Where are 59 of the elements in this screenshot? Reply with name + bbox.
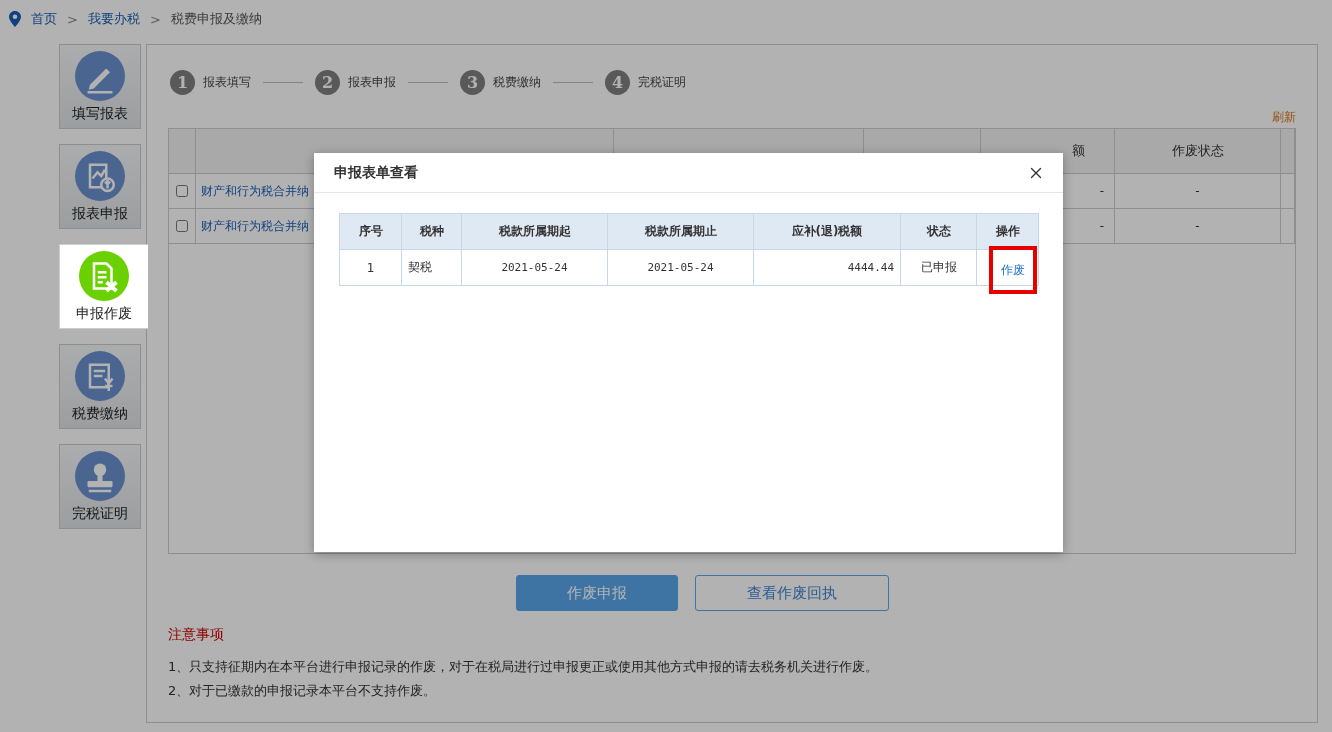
note-text: 2、对于已缴款的申报记录本平台不支持作废。 (168, 682, 438, 700)
step-number: 2 (315, 69, 340, 95)
table-cell: 2021-05-24 (647, 261, 714, 274)
column-header: 税种 (419, 223, 444, 240)
breadcrumb-current: 税费申报及缴纳 (170, 10, 262, 28)
declaration-type-link[interactable]: 财产和行为税合并纳 (201, 217, 309, 235)
table-cell: 已申报 (920, 259, 957, 276)
table-cell: - (1195, 184, 1200, 198)
sidebar-item[interactable]: 完税证明 (59, 444, 141, 529)
pencil-icon (75, 50, 125, 101)
breadcrumb-separator: > (67, 11, 78, 27)
row-checkbox[interactable] (176, 185, 188, 197)
column-header: 应补(退)税额 (791, 223, 863, 240)
table-cell: 2021-05-24 (501, 261, 568, 274)
document-yen-icon (75, 350, 125, 401)
sidebar-label: 填写报表 (72, 104, 128, 123)
table-cell: 1 (366, 260, 375, 275)
table-cell: - (1099, 219, 1104, 233)
sidebar-label: 报表申报 (72, 204, 128, 223)
sidebar-label: 申报作废 (76, 304, 132, 323)
column-header: 序号 (358, 223, 383, 240)
stamp-icon (75, 450, 125, 501)
sidebar-item[interactable]: 报表申报 (59, 144, 141, 229)
step-label: 报表填写 (203, 73, 251, 91)
column-header: 作废状态 (1171, 142, 1224, 160)
void-link[interactable]: 作废 (989, 246, 1037, 294)
sidebar-item[interactable]: 申报作废 (59, 244, 148, 329)
sidebar-item[interactable]: 填写报表 (59, 44, 141, 129)
document-x-icon (79, 250, 129, 301)
step-label: 报表申报 (348, 73, 396, 91)
column-header: 税款所属期起 (498, 223, 571, 240)
step-label: 完税证明 (638, 73, 686, 91)
step-number: 4 (605, 69, 630, 95)
breadcrumb-link[interactable]: 我要办税 (87, 10, 140, 28)
note-text: 1、只支持征期内在本平台进行申报记录的作废，对于在税局进行过申报更正或使用其他方式申报的请去税务机关进行作废。 (168, 658, 880, 676)
location-pin-icon (9, 11, 21, 27)
table-cell: 4444.44 (847, 261, 894, 274)
sidebar-label: 完税证明 (72, 504, 128, 523)
column-header: 操作 (995, 223, 1020, 240)
breadcrumb-link[interactable]: 首页 (31, 10, 57, 28)
declaration-type-link[interactable]: 财产和行为税合并纳 (201, 182, 309, 200)
column-header: 额 (1072, 142, 1085, 160)
refresh-link[interactable]: 刷新 (1272, 109, 1296, 126)
view-receipt-button[interactable]: 查看作废回执 (694, 575, 889, 611)
sidebar-item[interactable]: 税费缴纳 (59, 344, 141, 429)
chart-document-icon (75, 150, 125, 201)
row-checkbox[interactable] (176, 220, 188, 232)
table-cell: - (1099, 184, 1104, 198)
sidebar-label: 税费缴纳 (72, 404, 128, 423)
table-cell: - (1195, 219, 1200, 233)
notes-title: 注意事项 (168, 626, 225, 644)
column-header: 税款所属期止 (644, 223, 717, 240)
dialog-title: 申报表单查看 (334, 163, 418, 182)
column-header: 状态 (926, 223, 951, 240)
breadcrumb-separator: > (149, 11, 161, 27)
step-number: 3 (460, 69, 485, 95)
step-number: 1 (170, 69, 195, 95)
step-label: 税费缴纳 (493, 73, 541, 91)
table-cell: 契税 (408, 259, 432, 276)
